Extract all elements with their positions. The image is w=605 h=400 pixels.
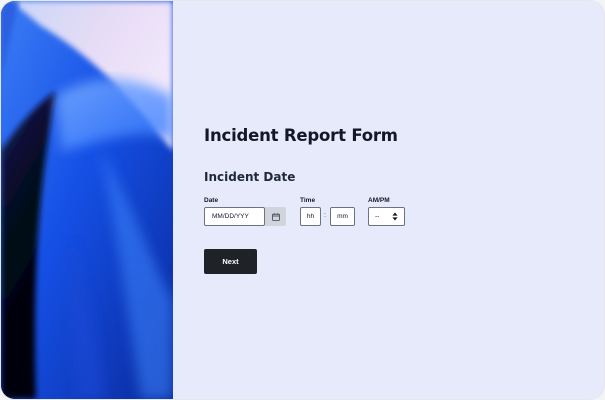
abstract-gradient-image [1, 1, 173, 399]
time-separator: : [324, 212, 326, 219]
minutes-placeholder: mm [337, 213, 348, 220]
minutes-input[interactable]: mm [330, 207, 355, 226]
ampm-selected-value: -- [375, 213, 380, 220]
section-title: Incident Date [204, 170, 296, 184]
time-label: Time [300, 197, 316, 204]
form-panel: Incident Report Form Incident Date Date … [173, 1, 604, 399]
hero-image [1, 1, 173, 399]
sort-arrows-icon [392, 212, 398, 221]
date-input[interactable]: MM/DD/YYY [204, 207, 265, 226]
calendar-button[interactable] [265, 207, 286, 226]
form-window: Incident Report Form Incident Date Date … [1, 1, 604, 399]
hours-placeholder: hh [306, 213, 315, 220]
form-title: Incident Report Form [204, 126, 398, 145]
ampm-select[interactable]: -- [368, 207, 405, 226]
calendar-icon [271, 212, 280, 221]
date-placeholder: MM/DD/YYY [212, 213, 249, 220]
ampm-label: AM/PM [368, 197, 390, 204]
hours-input[interactable]: hh [300, 207, 321, 226]
date-label: Date [204, 197, 219, 204]
next-button[interactable]: Next [204, 249, 257, 274]
